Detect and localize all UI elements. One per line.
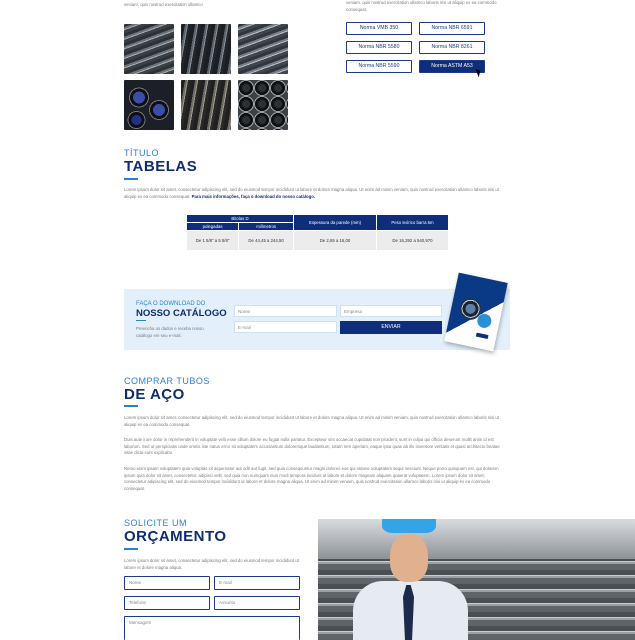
table-cell: De 2,65 a 16,00 — [293, 230, 377, 251]
table-cell: De 16,392 a 540,970 — [376, 230, 449, 251]
tie — [403, 585, 414, 640]
email-field[interactable]: E-mail — [234, 321, 337, 333]
catalog-link[interactable]: Para mais informações, faça o download d… — [192, 194, 315, 199]
section-kicker: COMPRAR TUBOS — [124, 376, 210, 386]
empresa-field[interactable]: Empresa — [340, 305, 442, 317]
banner-description: Preencha os dados e receba nosso catálog… — [136, 326, 204, 338]
intro-text: veniam, quis nostrud exercitation ullamc… — [124, 2, 203, 7]
email-input[interactable]: E-mail — [214, 576, 300, 590]
pipe-photo[interactable] — [181, 80, 231, 130]
face — [390, 534, 428, 582]
section-paragraph: Lorem ipsum dolor sit amet, consectetur … — [124, 415, 499, 427]
banner-title: NOSSO CATÁLOGO — [136, 308, 227, 319]
title-underline — [124, 548, 138, 550]
telefone-input[interactable]: Telefone — [124, 596, 210, 610]
assunto-input[interactable]: Assunto — [214, 596, 300, 610]
norma-button-active[interactable]: Norma ASTM A53 — [419, 60, 485, 73]
bitolas-table: Bitolas D Espessura da parede (mm) Peso … — [185, 214, 449, 251]
title-underline — [124, 178, 138, 180]
section-paragraph: Lorem ipsum dolor sit amet, consectetur … — [124, 558, 299, 570]
catalog-banner: FAÇA O DOWNLOAD DO NOSSO CATÁLOGO Preenc… — [124, 272, 510, 352]
nome-input[interactable]: Nome — [124, 576, 210, 590]
pipe-photo[interactable] — [181, 24, 231, 74]
nome-field[interactable]: Nome — [234, 305, 337, 317]
banner-kicker: FAÇA O DOWNLOAD DO — [136, 301, 206, 307]
section-kicker: TÍTULO — [124, 148, 160, 158]
logo-mark — [475, 332, 489, 340]
section-kicker: SOLICITE UM — [124, 518, 188, 528]
circle-graphic — [476, 312, 493, 330]
table-header: polegadas — [185, 222, 240, 231]
pipe-photo[interactable] — [238, 24, 288, 74]
table-header: milímetros — [238, 222, 294, 231]
engineer-figure — [345, 519, 475, 640]
engineer-photo — [318, 519, 635, 640]
norma-button[interactable]: Norma NBR 5590 — [346, 60, 412, 73]
table-group-header: Bitolas D — [186, 214, 294, 223]
norma-button[interactable]: Norma NBR 5580 — [346, 41, 412, 54]
norma-button[interactable]: Norma NBR 8261 — [419, 41, 485, 54]
section-paragraph: Lorem ipsum dolor sit amet, consectetur … — [124, 187, 507, 200]
norma-button[interactable]: Norma NBR 6591 — [419, 22, 485, 35]
table-header: Espessura da parede (mm) — [293, 214, 377, 231]
table-header: Peso teórico barra 6m — [376, 214, 449, 231]
table-cell: De 1 5/8" a 5 5/8" — [185, 230, 240, 251]
title-underline — [124, 405, 138, 407]
table-row: De 1 5/8" a 5 5/8" De 44,45 a 244,50 De … — [185, 230, 449, 251]
norma-button[interactable]: Norma VMB 350 — [346, 22, 412, 35]
pipe-photo[interactable] — [238, 80, 288, 130]
table-cell: De 44,45 a 244,50 — [238, 230, 294, 251]
pipe-photo[interactable] — [124, 80, 174, 130]
enviar-button[interactable]: ENVIAR — [340, 321, 442, 334]
section-paragraph: Duis aute irure dolor in reprehenderit i… — [124, 437, 500, 455]
section-title: ORÇAMENTO — [124, 528, 227, 545]
title-underline — [136, 320, 146, 321]
section-title: DE AÇO — [124, 386, 185, 403]
pipe-photo[interactable] — [124, 24, 174, 74]
intro-text-right: veniam, quis nostrud exercitation ullamc… — [346, 0, 497, 12]
catalog-cover-image — [444, 272, 508, 352]
section-title: TABELAS — [124, 158, 198, 175]
mensagem-textarea[interactable]: Mensagem — [124, 616, 300, 640]
section-paragraph: Nemo enim ipsam voluptatem quia voluptas… — [124, 466, 499, 491]
hard-hat-icon — [382, 519, 436, 533]
